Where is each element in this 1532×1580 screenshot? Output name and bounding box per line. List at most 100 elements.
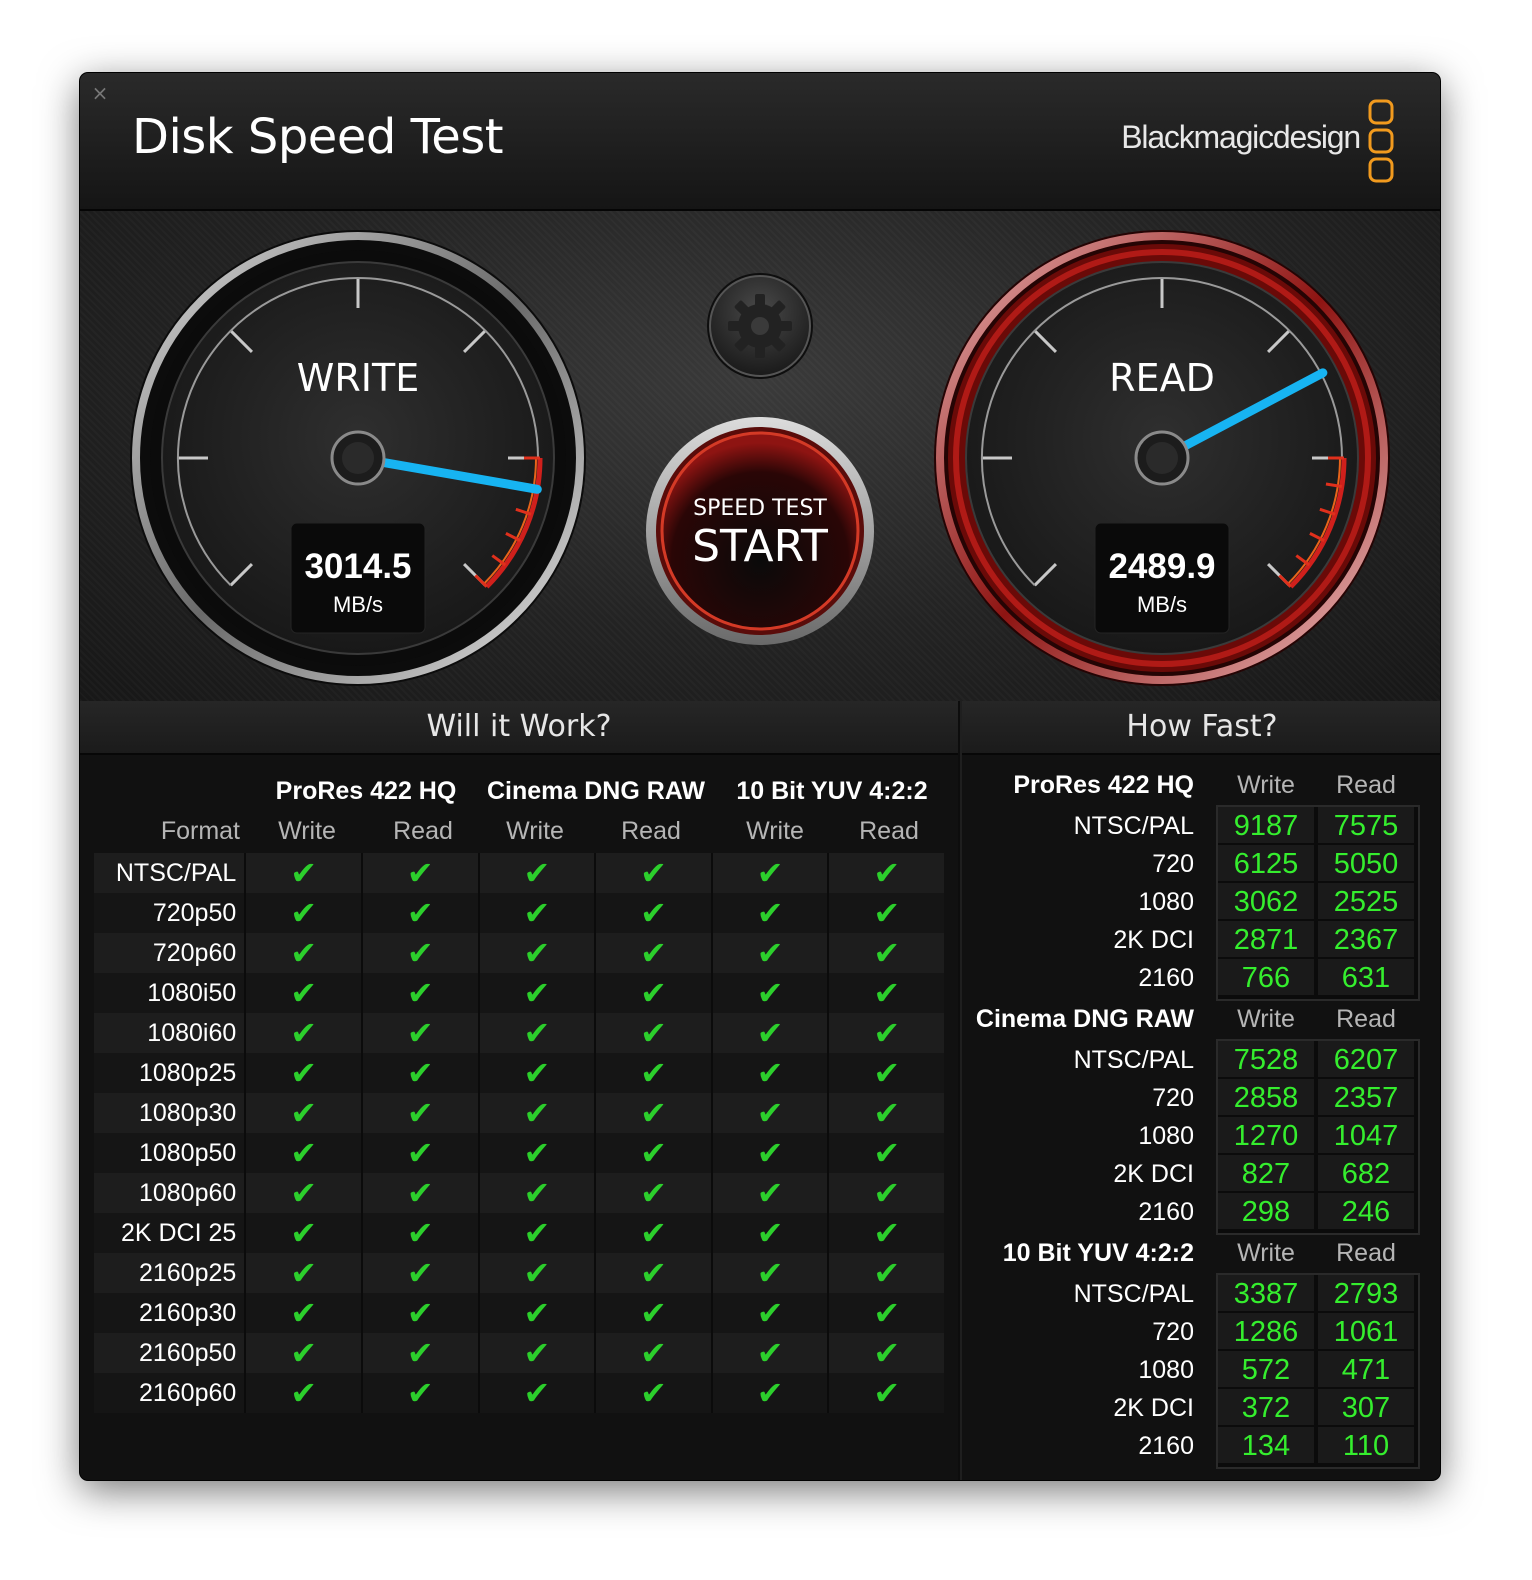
app-window: × Disk Speed Test Blackmagicdesign WRITE… [80, 73, 1440, 1480]
checkmark-icon: ✔ [290, 894, 317, 932]
how-fast-row: NTSC/PAL 9187 7575 [962, 807, 1440, 845]
compat-cell: ✔ [477, 1333, 595, 1373]
compat-cell: ✔ [594, 1253, 711, 1293]
sub-header-write: Write [278, 817, 336, 845]
compat-cell: ✔ [477, 1293, 595, 1333]
how-fast-codec-title: ProRes 422 HQ [1013, 771, 1194, 799]
compat-cell: ✔ [477, 1133, 595, 1173]
compat-cell: ✔ [477, 933, 595, 973]
checkmark-icon: ✔ [406, 1014, 434, 1052]
table-row: 720p50 ✔ ✔ ✔ ✔ ✔ ✔ [94, 893, 945, 933]
sub-header-write: Write [746, 817, 804, 845]
codec-header-prores: ProRes 422 HQ [275, 777, 457, 805]
checkmark-icon: ✔ [290, 1294, 317, 1332]
checkmark-icon: ✔ [523, 854, 551, 892]
compat-cell: ✔ [477, 1253, 595, 1293]
write-unit: MB/s [333, 592, 383, 617]
checkmark-icon: ✔ [406, 1214, 434, 1252]
compat-cell: ✔ [477, 1093, 595, 1133]
format-label: 2160p30 [94, 1293, 245, 1333]
write-fps-value: 1286 [1218, 1313, 1314, 1349]
compat-cell: ✔ [360, 933, 478, 973]
compat-cell: ✔ [710, 933, 828, 973]
checkmark-icon: ✔ [406, 1374, 434, 1412]
how-fast-codec-title: Cinema DNG RAW [975, 1005, 1194, 1033]
compat-cell: ✔ [827, 1093, 945, 1133]
compat-cell: ✔ [710, 1373, 828, 1413]
checkmark-icon: ✔ [290, 1054, 317, 1092]
table-row: 1080p30 ✔ ✔ ✔ ✔ ✔ ✔ [94, 1093, 945, 1133]
how-fast-row: 1080 3062 2525 [962, 883, 1440, 921]
how-fast-row: 720 1286 1061 [962, 1313, 1440, 1351]
compat-cell: ✔ [710, 1173, 828, 1213]
blackmagic-logo-icon [1368, 99, 1394, 183]
checkmark-icon: ✔ [290, 1174, 317, 1212]
checkmark-icon: ✔ [290, 1014, 317, 1052]
compat-cell: ✔ [827, 973, 945, 1013]
table-row: 1080i50 ✔ ✔ ✔ ✔ ✔ ✔ [94, 973, 945, 1013]
how-fast-write-header: Write [1237, 1239, 1295, 1267]
resolution-label: 1080 [1138, 1356, 1194, 1384]
compat-cell: ✔ [710, 1093, 828, 1133]
compat-cell: ✔ [594, 1373, 711, 1413]
settings-button[interactable] [705, 271, 815, 381]
compat-cell: ✔ [827, 1333, 945, 1373]
codec-header-10bit-yuv: 10 Bit YUV 4:2:2 [736, 777, 928, 805]
compat-cell: ✔ [244, 1133, 361, 1173]
checkmark-icon: ✔ [756, 1174, 784, 1212]
compat-cell: ✔ [594, 1173, 711, 1213]
compat-cell: ✔ [244, 1213, 361, 1253]
compat-cell: ✔ [594, 933, 711, 973]
how-fast-write-header: Write [1237, 771, 1295, 799]
checkmark-icon: ✔ [640, 974, 667, 1012]
resolution-label: NTSC/PAL [1073, 812, 1194, 840]
brand-name: Blackmagicdesign [1121, 119, 1361, 155]
compat-cell: ✔ [710, 1013, 828, 1053]
compat-cell: ✔ [360, 1053, 478, 1093]
how-fast-heading: How Fast? [962, 701, 1440, 755]
write-fps-value: 1270 [1218, 1117, 1314, 1153]
start-button[interactable]: SPEED TEST START [642, 413, 878, 649]
write-fps-value: 298 [1218, 1193, 1314, 1229]
compat-cell: ✔ [244, 1093, 361, 1133]
checkmark-icon: ✔ [873, 974, 901, 1012]
how-fast-row: 2160 134 110 [962, 1427, 1440, 1465]
checkmark-icon: ✔ [756, 1014, 784, 1052]
read-unit: MB/s [1137, 592, 1187, 617]
read-fps-value: 1061 [1318, 1313, 1414, 1349]
compat-cell: ✔ [827, 1293, 945, 1333]
compat-cell: ✔ [360, 1253, 478, 1293]
checkmark-icon: ✔ [523, 1014, 551, 1052]
compat-cell: ✔ [594, 893, 711, 933]
compat-cell: ✔ [244, 1253, 361, 1293]
close-button[interactable]: × [89, 82, 111, 104]
format-header: Format [160, 817, 240, 845]
checkmark-icon: ✔ [640, 1374, 667, 1412]
compat-cell: ✔ [594, 1093, 711, 1133]
compat-cell: ✔ [477, 1213, 595, 1253]
checkmark-icon: ✔ [523, 1094, 551, 1132]
read-value: 2489.9 [1108, 547, 1215, 586]
read-fps-value: 2367 [1318, 921, 1414, 957]
checkmark-icon: ✔ [523, 1174, 551, 1212]
compat-cell: ✔ [827, 1053, 945, 1093]
table-row: 2160p30 ✔ ✔ ✔ ✔ ✔ ✔ [94, 1293, 945, 1333]
checkmark-icon: ✔ [406, 854, 434, 892]
compat-cell: ✔ [360, 973, 478, 1013]
compat-cell: ✔ [360, 1373, 478, 1413]
checkmark-icon: ✔ [290, 1254, 317, 1292]
write-fps-value: 2871 [1218, 921, 1314, 957]
sub-header-read: Read [621, 817, 681, 845]
checkmark-icon: ✔ [523, 1294, 551, 1332]
format-label: 1080p60 [94, 1173, 245, 1213]
compatibility-grid: NTSC/PAL ✔ ✔ ✔ ✔ ✔ ✔ 720p50 ✔ ✔ ✔ ✔ ✔ ✔ 720p60 ✔ ✔ ✔ ✔ ✔ ✔ 10… [94, 853, 945, 1413]
resolution-label: 1080 [1138, 1122, 1194, 1150]
checkmark-icon: ✔ [640, 934, 667, 972]
format-label: 720p60 [94, 933, 245, 973]
compat-cell: ✔ [360, 1093, 478, 1133]
table-row: 1080p60 ✔ ✔ ✔ ✔ ✔ ✔ [94, 1173, 945, 1213]
checkmark-icon: ✔ [873, 1334, 901, 1372]
checkmark-icon: ✔ [640, 1174, 667, 1212]
checkmark-icon: ✔ [756, 1334, 784, 1372]
format-label: 1080p25 [94, 1053, 245, 1093]
